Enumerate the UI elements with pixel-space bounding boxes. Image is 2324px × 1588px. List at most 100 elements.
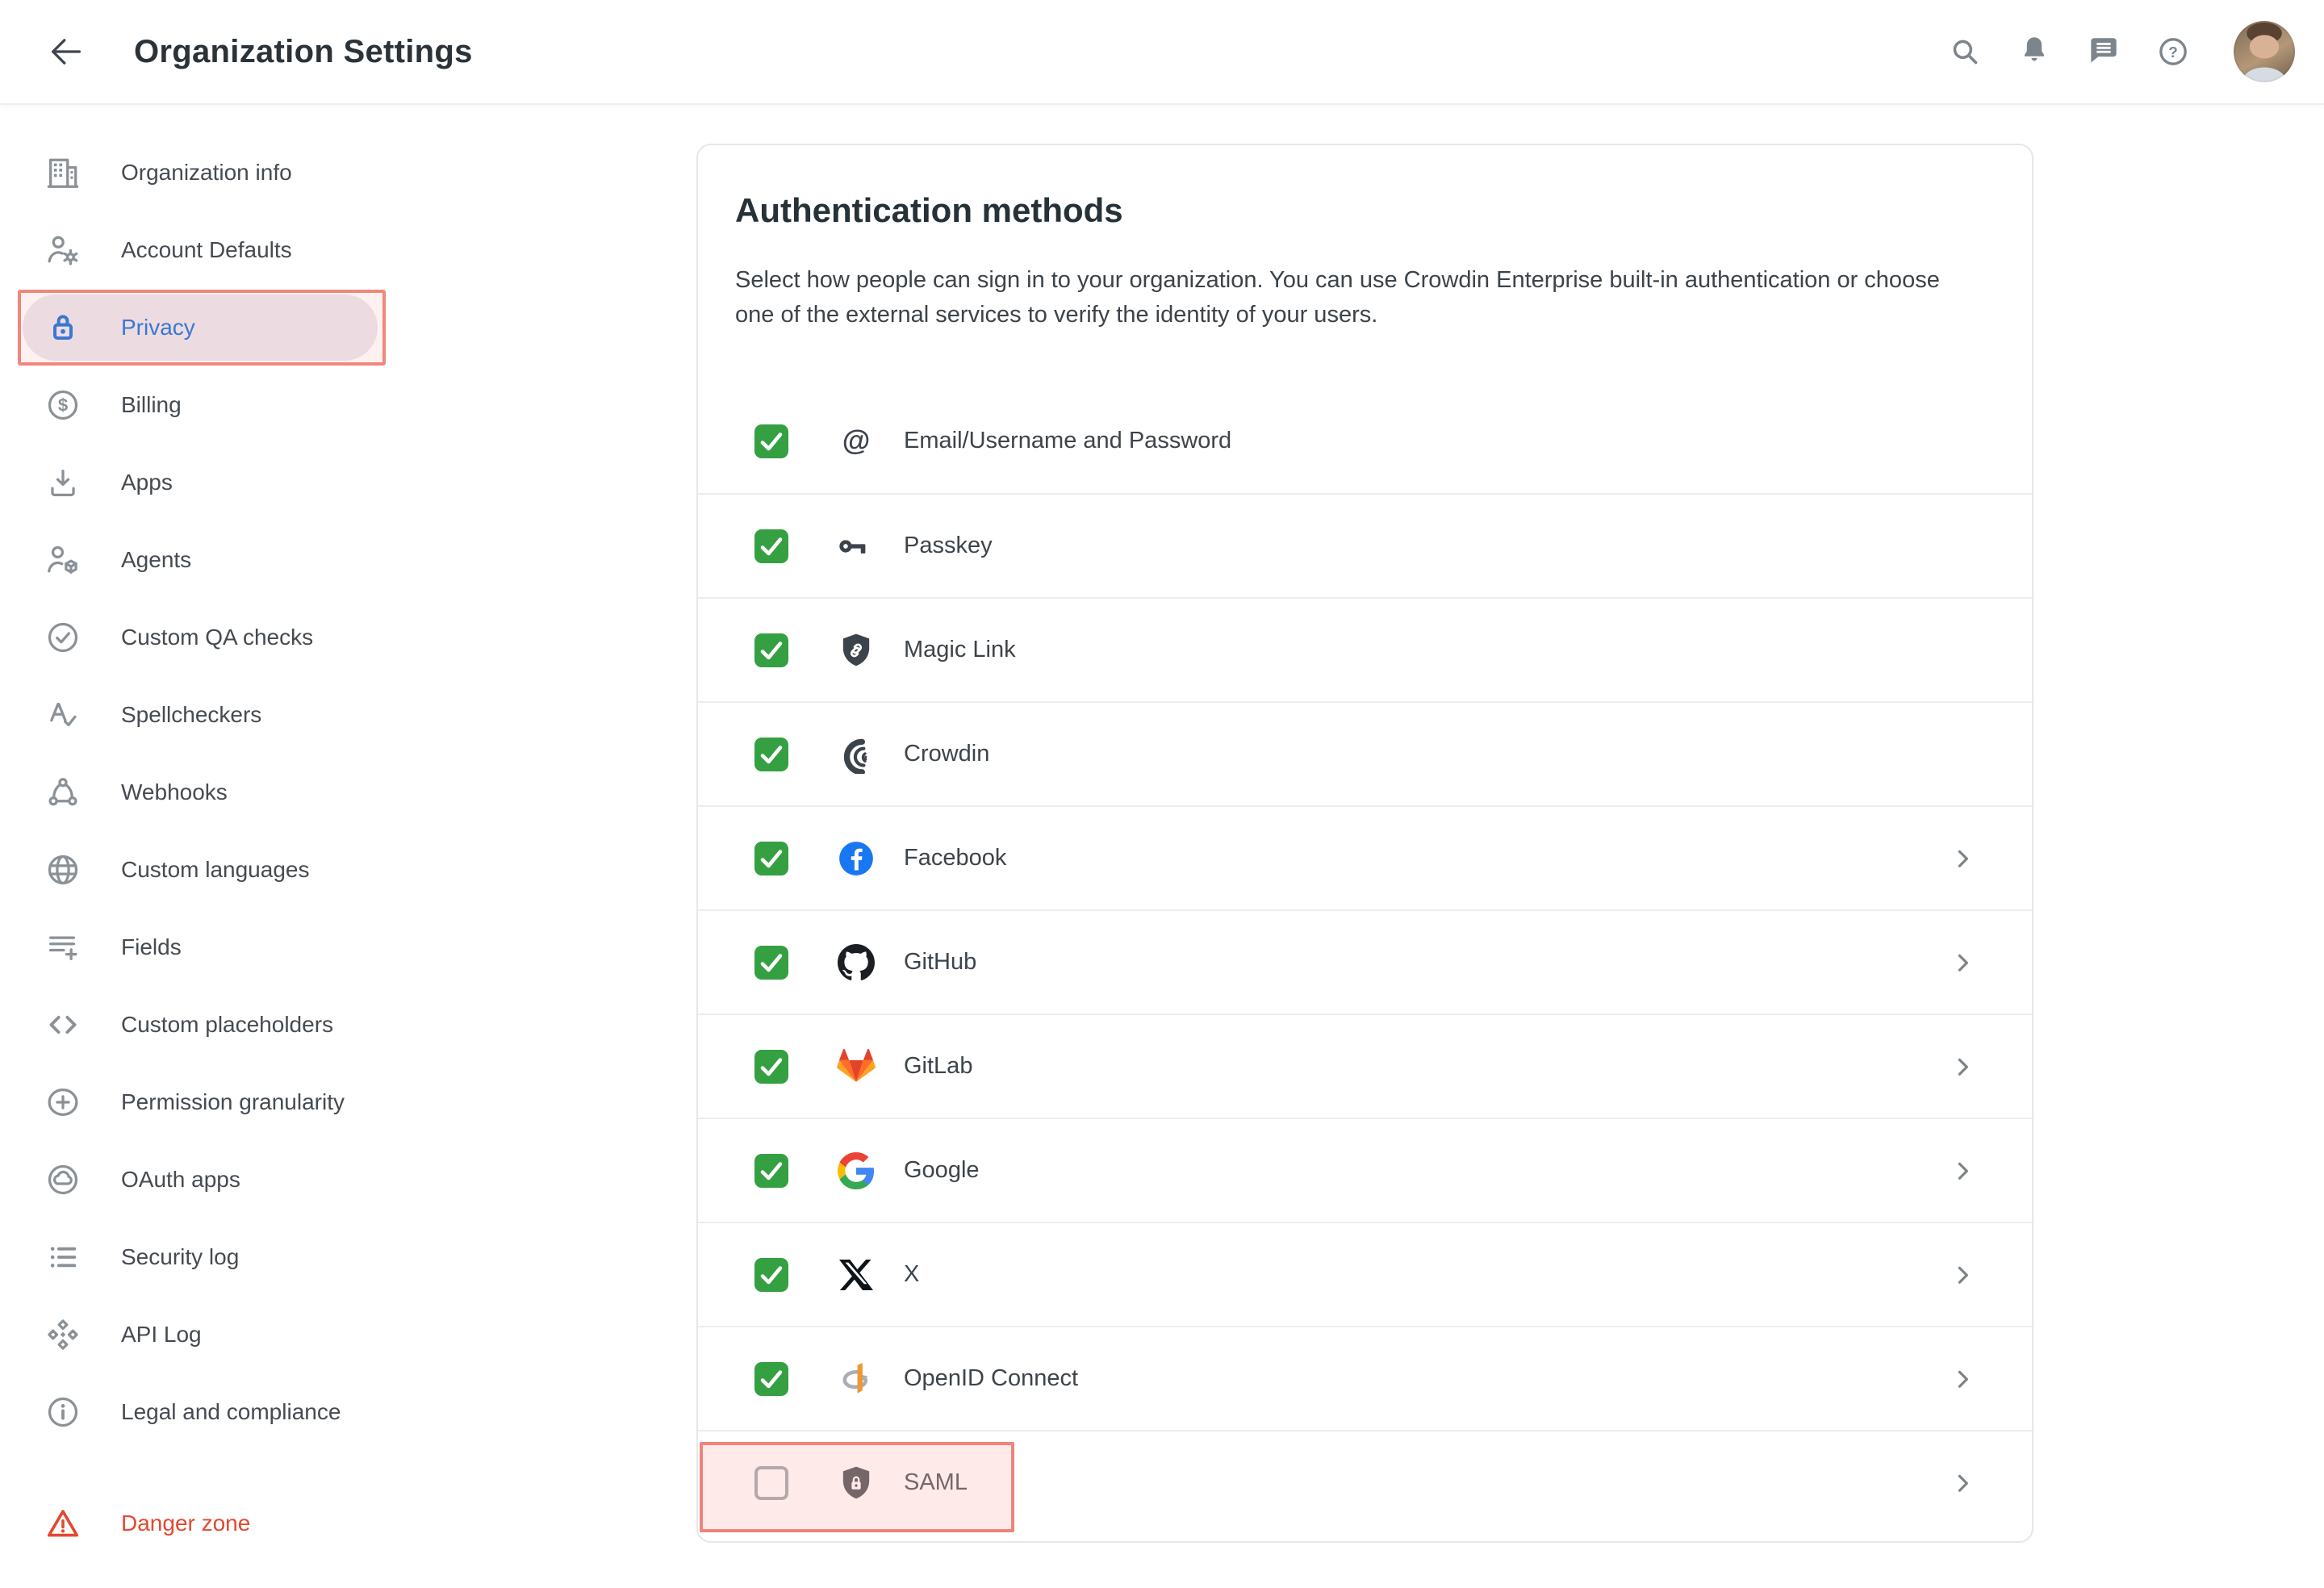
security-log-icon — [44, 1239, 82, 1276]
checkbox-openid-connect[interactable] — [754, 1362, 788, 1396]
chevron-right-icon[interactable] — [1950, 1262, 1975, 1288]
custom-placeholders-icon — [44, 1006, 82, 1043]
chevron-right-icon[interactable] — [1950, 846, 1975, 871]
gitlab-icon — [837, 1047, 876, 1086]
chevron-right-icon[interactable] — [1950, 1054, 1975, 1080]
permission-granularity-icon — [44, 1084, 82, 1121]
oauth-apps-icon — [44, 1161, 82, 1198]
api-log-icon — [44, 1316, 82, 1353]
auth-method-row-gitlab[interactable]: GitLab — [698, 1013, 2032, 1118]
search-icon[interactable] — [1946, 33, 1983, 70]
sidebar-item-spellcheckers[interactable]: Spellcheckers — [0, 676, 694, 754]
svg-text:?: ? — [2168, 44, 2177, 61]
sidebar-item-label: Agents — [121, 547, 191, 573]
x-icon — [837, 1256, 876, 1294]
auth-method-row-github[interactable]: GitHub — [698, 909, 2032, 1013]
checkbox-crowdin[interactable] — [754, 738, 788, 771]
custom-languages-icon — [44, 851, 82, 888]
auth-method-row-magic-link: Magic Link — [698, 597, 2032, 701]
auth-method-label: Google — [904, 1157, 980, 1184]
sidebar-item-custom-placeholders[interactable]: Custom placeholders — [0, 986, 694, 1064]
sidebar-item-label: Spellcheckers — [121, 702, 261, 728]
webhooks-icon — [44, 774, 82, 811]
sidebar-item-label: Apps — [121, 470, 173, 495]
auth-method-row-x[interactable]: X — [698, 1222, 2032, 1326]
sidebar-item-organization-info[interactable]: Organization info — [0, 134, 694, 211]
legal-and-compliance-icon — [44, 1394, 82, 1431]
back-arrow-icon[interactable] — [44, 29, 89, 74]
checkbox-magic-link[interactable] — [754, 633, 788, 667]
sidebar-item-webhooks[interactable]: Webhooks — [0, 754, 694, 831]
warning-icon — [44, 1505, 82, 1542]
auth-method-label: Email/Username and Password — [904, 428, 1231, 454]
sidebar-item-label: Webhooks — [121, 779, 228, 805]
sidebar-item-legal-and-compliance[interactable]: Legal and compliance — [0, 1373, 694, 1451]
apps-icon — [44, 464, 82, 501]
messages-icon[interactable] — [2085, 33, 2122, 70]
organization-info-icon — [44, 154, 82, 191]
sidebar-item-custom-qa-checks[interactable]: Custom QA checks — [0, 599, 694, 676]
sidebar-item-label: Danger zone — [121, 1511, 250, 1536]
spellcheckers-icon — [44, 696, 82, 733]
chevron-right-icon[interactable] — [1950, 1470, 1975, 1496]
user-avatar[interactable] — [2234, 21, 2295, 82]
magic-link-icon — [837, 631, 876, 670]
auth-method-row-email-username-and-password: @ Email/Username and Password — [698, 389, 2032, 493]
checkbox-saml[interactable] — [754, 1466, 788, 1500]
sidebar-item-label: Privacy — [121, 315, 195, 341]
auth-methods-list: @Email/Username and PasswordPasskeyMagic… — [698, 389, 2032, 1534]
saml-icon — [837, 1464, 876, 1502]
checkbox-gitlab[interactable] — [754, 1050, 788, 1084]
sidebar-item-oauth-apps[interactable]: OAuth apps — [0, 1141, 694, 1218]
auth-method-label: GitHub — [904, 949, 976, 976]
svg-text:$: $ — [58, 395, 68, 416]
checkbox-x[interactable] — [754, 1258, 788, 1292]
sidebar-item-agents[interactable]: Agents — [0, 521, 694, 599]
auth-method-row-google[interactable]: Google — [698, 1118, 2032, 1222]
sidebar-item-account-defaults[interactable]: Account Defaults — [0, 211, 694, 289]
sidebar-item-label: Security log — [121, 1244, 239, 1270]
billing-icon: $ — [44, 387, 82, 424]
sidebar-item-label: Custom placeholders — [121, 1012, 333, 1038]
sidebar-item-label: OAuth apps — [121, 1167, 240, 1193]
chevron-right-icon[interactable] — [1950, 1366, 1975, 1392]
passkey-icon — [837, 527, 876, 566]
sidebar-item-privacy[interactable]: Privacy — [0, 289, 694, 366]
sidebar-item-custom-languages[interactable]: Custom languages — [0, 831, 694, 909]
sidebar-item-label: Custom QA checks — [121, 625, 313, 650]
custom-qa-checks-icon — [44, 619, 82, 656]
github-icon — [837, 943, 876, 982]
google-icon — [837, 1151, 876, 1190]
auth-method-label: X — [904, 1261, 919, 1288]
sidebar-item-apps[interactable]: Apps — [0, 444, 694, 521]
checkbox-facebook[interactable] — [754, 842, 788, 875]
top-app-bar: Organization Settings ? — [0, 0, 2324, 105]
card-title: Authentication methods — [735, 190, 1995, 231]
help-icon[interactable]: ? — [2155, 33, 2192, 70]
sidebar-item-label: Custom languages — [121, 857, 309, 883]
sidebar-item-api-log[interactable]: API Log — [0, 1296, 694, 1373]
sidebar-item-danger-zone[interactable]: Danger zone — [0, 1485, 694, 1562]
auth-method-row-facebook[interactable]: Facebook — [698, 805, 2032, 909]
sidebar-item-security-log[interactable]: Security log — [0, 1218, 694, 1296]
sidebar-item-billing[interactable]: $Billing — [0, 366, 694, 444]
auth-method-label: SAML — [904, 1469, 968, 1496]
openid-connect-icon — [837, 1360, 876, 1398]
checkbox-google[interactable] — [754, 1154, 788, 1188]
auth-method-label: Crowdin — [904, 741, 989, 767]
checkbox-passkey[interactable] — [754, 529, 788, 563]
svg-text:@: @ — [842, 424, 871, 456]
sidebar-item-fields[interactable]: Fields — [0, 909, 694, 986]
topbar-actions: ? — [1946, 21, 2295, 82]
crowdin-icon — [837, 735, 876, 774]
auth-method-row-saml[interactable]: SAML — [698, 1430, 2032, 1534]
checkbox-email-username-and-password[interactable] — [754, 424, 788, 458]
chevron-right-icon[interactable] — [1950, 1158, 1975, 1184]
checkbox-github[interactable] — [754, 946, 788, 980]
fields-icon — [44, 929, 82, 966]
sidebar-item-label: Account Defaults — [121, 237, 292, 263]
sidebar-item-permission-granularity[interactable]: Permission granularity — [0, 1064, 694, 1141]
chevron-right-icon[interactable] — [1950, 950, 1975, 976]
auth-method-row-openid-connect[interactable]: OpenID Connect — [698, 1326, 2032, 1430]
notifications-bell-icon[interactable] — [2016, 33, 2053, 70]
